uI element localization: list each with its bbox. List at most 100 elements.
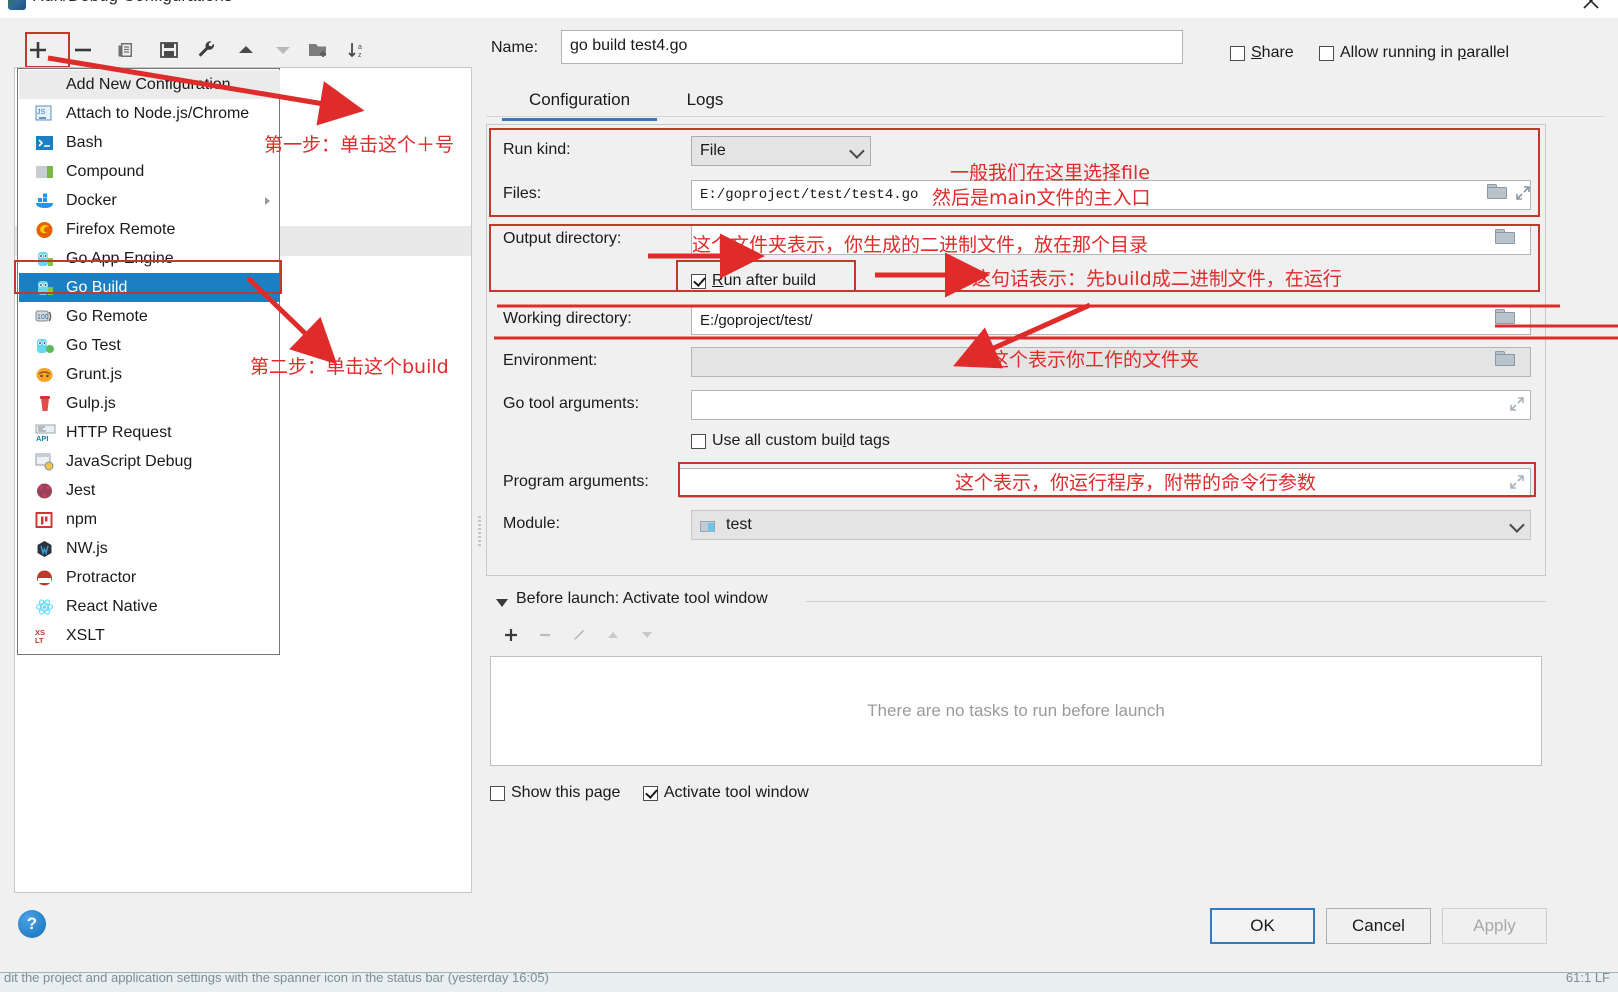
move-task-down-button[interactable] <box>632 620 662 650</box>
popup-item-label: React Native <box>66 598 158 616</box>
popup-item-label: Add New Configuration <box>66 76 231 94</box>
sort-alphabetically-button[interactable]: az <box>341 34 373 66</box>
files-browse-icon[interactable] <box>1487 184 1509 202</box>
protractor-icon <box>35 569 57 587</box>
popup-item-jest[interactable]: Jest <box>19 476 280 505</box>
popup-item-label: JavaScript Debug <box>66 453 192 471</box>
help-icon[interactable]: ? <box>18 910 46 938</box>
annotation-run-kind: 一般我们在这里选择file <box>950 158 1150 185</box>
popup-item-go-test[interactable]: Go Test <box>19 331 280 360</box>
popup-item-label: Bash <box>66 134 102 152</box>
allow-parallel-checkbox[interactable]: Allow running in parallel <box>1319 44 1509 62</box>
xslt-icon: XSLT <box>35 627 57 645</box>
name-input[interactable]: go build test4.go <box>561 30 1183 64</box>
go-remote-icon: 100 <box>35 308 57 326</box>
custom-build-tags-checkbox[interactable]: Use all custom build tags <box>691 432 890 450</box>
popup-item-label: Jest <box>66 482 95 500</box>
module-select[interactable]: test <box>691 510 1531 540</box>
remove-task-button[interactable] <box>530 620 560 650</box>
collapse-triangle-icon[interactable] <box>496 599 508 607</box>
tab-configuration-label: Configuration <box>529 90 630 110</box>
popup-item-compound[interactable]: Compound <box>19 157 280 186</box>
working-directory-browse-icon[interactable] <box>1495 309 1517 327</box>
jest-icon <box>35 482 57 500</box>
svg-text:100: 100 <box>37 314 49 321</box>
go-tool-arguments-label: Go tool arguments: <box>503 395 639 413</box>
popup-item-docker[interactable]: Docker <box>19 186 280 215</box>
popup-item-nw-js[interactable]: NW.js <box>19 534 280 563</box>
wrench-icon[interactable] <box>191 34 223 66</box>
edit-task-button[interactable] <box>564 620 594 650</box>
bottom-checkbox-row: Show this page Activate tool window <box>490 784 1090 806</box>
new-folder-button[interactable] <box>303 34 335 66</box>
module-value: test <box>726 516 752 534</box>
ok-button[interactable]: OK <box>1210 908 1315 944</box>
popup-item-grunt-js[interactable]: Grunt.js <box>19 360 280 389</box>
run-kind-select[interactable]: File <box>691 136 871 166</box>
move-task-up-button[interactable] <box>598 620 628 650</box>
popup-item-label: Compound <box>66 163 144 181</box>
popup-item-go-app-engine[interactable]: Go App Engine <box>19 244 280 273</box>
tab-configuration[interactable]: Configuration <box>502 82 657 121</box>
remove-configuration-button[interactable] <box>67 34 99 66</box>
output-directory-browse-icon[interactable] <box>1495 229 1517 247</box>
popup-item-label: NW.js <box>66 540 108 558</box>
popup-item-react-native[interactable]: React Native <box>19 592 280 621</box>
status-bar-text: dit the project and application settings… <box>4 972 549 985</box>
svg-text:LT: LT <box>35 636 44 645</box>
move-down-button[interactable] <box>267 34 299 66</box>
module-label: Module: <box>503 515 560 533</box>
popup-item-attach-to-node-js-chrome[interactable]: JSAttach to Node.js/Chrome <box>19 99 280 128</box>
popup-item-firefox-remote[interactable]: Firefox Remote <box>19 215 280 244</box>
save-configuration-button[interactable] <box>153 34 185 66</box>
environment-label: Environment: <box>503 352 597 370</box>
activate-tool-window-checkbox[interactable]: Activate tool window <box>643 784 809 802</box>
add-new-configuration-popup[interactable]: Add New Configuration JSAttach to Node.js… <box>17 68 280 655</box>
popup-item-npm[interactable]: npm <box>19 505 280 534</box>
show-this-page-label: Show this page <box>511 784 620 802</box>
popup-item-go-build[interactable]: Go Build <box>19 273 280 302</box>
tab-logs[interactable]: Logs <box>672 82 738 118</box>
svg-text:a: a <box>358 44 362 51</box>
popup-item-protractor[interactable]: Protractor <box>19 563 280 592</box>
share-checkbox-box <box>1230 46 1245 61</box>
run-kind-label: Run kind: <box>503 141 571 159</box>
program-arguments-expand-icon[interactable] <box>1509 474 1525 490</box>
popup-item-javascript-debug[interactable]: JavaScript Debug <box>19 447 280 476</box>
popup-item-label: Attach to Node.js/Chrome <box>66 105 249 123</box>
before-launch-task-list[interactable]: There are no tasks to run before launch <box>490 656 1542 766</box>
files-label: Files: <box>503 185 541 203</box>
idea-icon <box>8 0 26 10</box>
module-folder-icon <box>700 518 718 532</box>
popup-item-go-remote[interactable]: 100Go Remote <box>19 302 280 331</box>
environment-browse-icon[interactable] <box>1495 351 1517 369</box>
files-expand-icon[interactable] <box>1515 185 1531 201</box>
close-icon[interactable] <box>1578 0 1604 14</box>
run-after-build-checkbox[interactable]: Run after build <box>691 272 816 290</box>
before-launch-toolbar <box>492 620 692 654</box>
custom-build-tags-label: Use all custom build tags <box>712 432 890 450</box>
compound-icon <box>35 163 57 181</box>
gulp-icon <box>35 395 57 413</box>
popup-item-label: npm <box>66 511 97 529</box>
copy-configuration-button[interactable] <box>110 34 142 66</box>
show-this-page-checkbox[interactable]: Show this page <box>490 784 620 802</box>
working-directory-input[interactable]: E:/goproject/test/ <box>691 305 1531 335</box>
window-title: Run/Debug Configurations <box>32 0 232 6</box>
popup-item-http-request[interactable]: APIHTTP Request <box>19 418 280 447</box>
popup-item-bash[interactable]: Bash <box>19 128 280 157</box>
share-checkbox[interactable]: Share <box>1230 44 1294 62</box>
tab-logs-label: Logs <box>687 90 724 110</box>
go-tool-arguments-expand-icon[interactable] <box>1509 396 1525 412</box>
move-up-button[interactable] <box>230 34 262 66</box>
run-kind-value: File <box>700 142 726 160</box>
go-tool-arguments-input[interactable] <box>691 390 1531 420</box>
add-task-button[interactable] <box>496 620 526 650</box>
popup-item-add-new-configuration[interactable]: Add New Configuration <box>19 70 280 99</box>
panel-splitter[interactable] <box>474 68 486 894</box>
popup-item-label: Go Build <box>66 279 127 297</box>
cancel-button[interactable]: Cancel <box>1326 908 1431 944</box>
popup-item-gulp-js[interactable]: Gulp.js <box>19 389 280 418</box>
popup-item-xslt[interactable]: XSLTXSLT <box>19 621 280 650</box>
submenu-arrow-icon <box>265 197 270 205</box>
